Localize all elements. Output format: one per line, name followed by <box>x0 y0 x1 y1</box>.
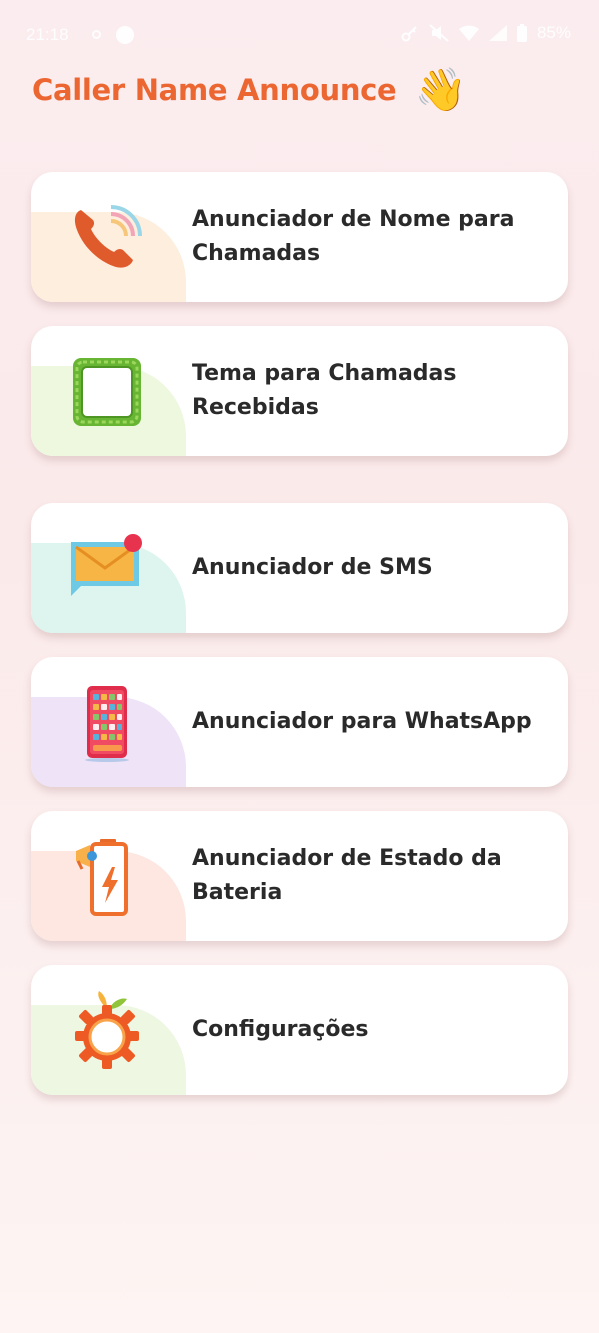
menu-item-settings[interactable]: Configurações <box>31 965 568 1095</box>
battery-announcer-icon <box>67 839 147 916</box>
mute-icon <box>429 24 449 42</box>
phone-call-icon <box>67 200 147 276</box>
notification-dot-icon <box>92 30 101 39</box>
menu-item-label: Tema para Chamadas Recebidas <box>192 361 457 420</box>
wifi-icon <box>458 25 479 41</box>
status-time: 21:18 <box>26 25 69 44</box>
key-icon <box>401 26 417 42</box>
sms-envelope-icon <box>67 531 147 607</box>
waving-hand-icon: 👋 <box>414 65 467 114</box>
menu-item-label: Anunciador de Nome para Chamadas <box>192 207 515 266</box>
status-bar: 21:18 85% <box>0 0 599 70</box>
settings-gear-icon <box>67 991 147 1069</box>
menu-item-whatsapp-announcer[interactable]: Anunciador para WhatsApp <box>31 657 568 787</box>
menu-item-label: Configurações <box>192 1017 369 1042</box>
status-icons: 85% <box>401 23 571 43</box>
menu-item-label: Anunciador de Estado da Bateria <box>192 846 502 905</box>
battery-percentage: 85% <box>536 23 571 42</box>
menu-item-sms-announcer[interactable]: Anunciador de SMS <box>31 503 568 633</box>
shield-icon <box>116 26 134 44</box>
menu-item-battery-announcer[interactable]: Anunciador de Estado da Bateria <box>31 811 568 941</box>
menu-item-incoming-call-theme[interactable]: Tema para Chamadas Recebidas <box>31 326 568 456</box>
app-header: Caller Name Announce 👋 <box>32 62 467 118</box>
battery-icon <box>516 24 527 42</box>
smartphone-icon <box>67 685 147 762</box>
menu-item-label: Anunciador para WhatsApp <box>192 709 532 734</box>
menu-item-call-announcer[interactable]: Anunciador de Nome para Chamadas <box>31 172 568 302</box>
menu-item-label: Anunciador de SMS <box>192 555 433 580</box>
signal-icon <box>488 25 507 41</box>
theme-frame-icon <box>67 354 147 430</box>
app-title: Caller Name Announce <box>32 73 397 107</box>
